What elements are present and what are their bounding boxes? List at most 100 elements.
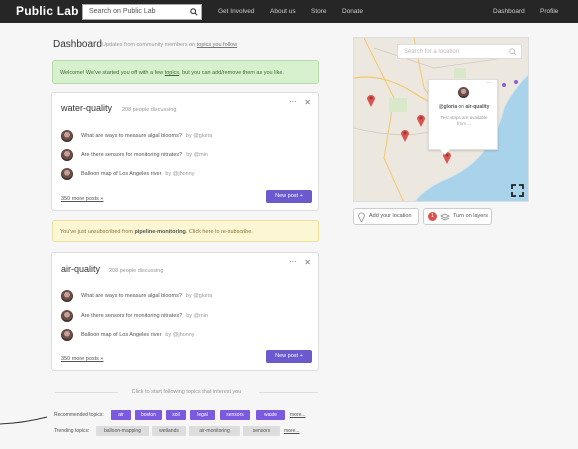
follow-hint: Click to start following topics that int… bbox=[131, 389, 242, 395]
post-title[interactable]: What are ways to measure algal blooms? bbox=[81, 293, 182, 299]
card-menu-icon[interactable]: ··· bbox=[289, 257, 297, 266]
list-item[interactable]: What are ways to measure algal blooms? by… bbox=[61, 130, 301, 142]
post-author[interactable]: by @min bbox=[186, 152, 208, 158]
layers-label: Turn on layers bbox=[453, 213, 488, 219]
more-posts-link[interactable]: 350 more posts » bbox=[61, 356, 104, 362]
close-icon[interactable]: ✕ bbox=[304, 258, 311, 267]
add-location-button[interactable]: Add your location bbox=[353, 208, 419, 225]
resubscribe-link[interactable]: . Click here to re-subscribe. bbox=[186, 229, 253, 235]
map-search-input[interactable]: Search for a location bbox=[397, 44, 522, 59]
popup-on: on bbox=[458, 104, 465, 110]
tag-air[interactable]: air bbox=[111, 410, 131, 420]
map-widget[interactable]: Search for a location ··· @gloria on air… bbox=[353, 37, 529, 202]
map-search-placeholder: Search for a location bbox=[404, 49, 460, 55]
unsub-topic: pipeline-monitoring bbox=[134, 229, 186, 235]
tag-balloon-mapping[interactable]: balloon-mapping bbox=[96, 426, 149, 436]
fullscreen-icon[interactable] bbox=[511, 184, 524, 197]
post-title[interactable]: Are there sensors for monitoring nitrate… bbox=[81, 152, 182, 158]
tag-boston[interactable]: boston bbox=[135, 410, 162, 420]
welcome-alert: Welcome! We've started you off with a fe… bbox=[52, 60, 319, 84]
nav-about-us[interactable]: About us bbox=[270, 8, 296, 15]
search-placeholder: Search on Public Lab bbox=[89, 8, 156, 15]
card-topic-title[interactable]: air-quality bbox=[61, 264, 100, 274]
popup-user[interactable]: @gloria bbox=[439, 104, 458, 110]
popup-menu-icon[interactable]: ··· bbox=[486, 80, 492, 86]
new-post-button[interactable]: New post + bbox=[266, 350, 312, 363]
card-topic-title[interactable]: water-quality bbox=[61, 103, 112, 113]
avatar bbox=[458, 87, 469, 98]
list-item[interactable]: Are there sensors for monitoring nitrate… bbox=[61, 310, 301, 322]
popup-description: Test strips are available from ... bbox=[440, 115, 488, 126]
post-author[interactable]: by @gloria bbox=[186, 133, 212, 139]
avatar bbox=[61, 329, 73, 341]
tag-legal[interactable]: legal bbox=[190, 410, 215, 420]
add-location-label: Add your location bbox=[369, 213, 412, 219]
popup-tail bbox=[440, 149, 450, 155]
decorative-line bbox=[0, 416, 48, 425]
post-author[interactable]: by @jhonny bbox=[165, 332, 194, 338]
avatar bbox=[61, 130, 73, 142]
post-title[interactable]: Are there sensors for monitoring nitrate… bbox=[81, 313, 182, 319]
popup-topic[interactable]: air-quality bbox=[465, 104, 489, 110]
list-item[interactable]: Balloon map of Los Angeles river by @jhon… bbox=[61, 168, 301, 180]
welcome-text: Welcome! We've started you off with a fe… bbox=[60, 70, 164, 76]
avatar bbox=[61, 290, 73, 302]
post-title[interactable]: What are ways to measure algal blooms? bbox=[81, 133, 182, 139]
card-people-count: 208 people discussing bbox=[122, 107, 177, 113]
map-marker-icon[interactable] bbox=[366, 93, 376, 107]
site-search-input[interactable]: Search on Public Lab bbox=[82, 4, 202, 20]
tag-wetlands[interactable]: wetlands bbox=[152, 426, 186, 436]
avatar bbox=[61, 149, 73, 161]
recommended-more-link[interactable]: more... bbox=[290, 412, 306, 418]
tag-sensors-trending[interactable]: sensors bbox=[243, 426, 280, 436]
tag-air-monitoring[interactable]: air-monitoring bbox=[189, 426, 240, 436]
page-title: Dashboard bbox=[53, 39, 102, 50]
avatar bbox=[61, 168, 73, 180]
map-marker-icon[interactable] bbox=[400, 128, 410, 142]
post-title[interactable]: Balloon map of Los Angeles river bbox=[81, 171, 161, 177]
list-item[interactable]: Are there sensors for monitoring nitrate… bbox=[61, 149, 301, 161]
post-author[interactable]: by @gloria bbox=[186, 293, 212, 299]
welcome-topics-link[interactable]: topics bbox=[165, 70, 179, 76]
nav-get-involved[interactable]: Get Involved bbox=[218, 8, 255, 15]
nav-profile[interactable]: Profile bbox=[540, 8, 558, 15]
tag-waste[interactable]: waste bbox=[256, 410, 285, 420]
post-author[interactable]: by @min bbox=[186, 313, 208, 319]
post-author[interactable]: by @jhonny bbox=[165, 171, 194, 177]
recommended-label: Recommended topics: bbox=[54, 412, 104, 418]
location-pin-icon bbox=[358, 212, 365, 222]
more-posts-link[interactable]: 350 more posts » bbox=[61, 196, 104, 202]
tag-soil[interactable]: soil bbox=[166, 410, 186, 420]
unsub-text: You've just unsubscribed from bbox=[60, 229, 133, 235]
map-marker-icon[interactable] bbox=[416, 113, 426, 127]
nav-dashboard[interactable]: Dashboard bbox=[493, 8, 525, 15]
search-icon[interactable] bbox=[509, 48, 517, 56]
card-menu-icon[interactable]: ··· bbox=[289, 97, 297, 106]
layers-count-badge: 1 bbox=[428, 212, 437, 221]
turn-on-layers-button[interactable]: 1 Turn on layers bbox=[423, 208, 492, 225]
list-item[interactable]: Balloon map of Los Angeles river by @jhon… bbox=[61, 329, 301, 341]
nav-store[interactable]: Store bbox=[311, 8, 327, 15]
trending-label: Trending topics: bbox=[54, 428, 90, 434]
list-item[interactable]: What are ways to measure algal blooms? by… bbox=[61, 290, 301, 302]
map-popup[interactable]: ··· @gloria on air-quality Test strips a… bbox=[428, 79, 498, 150]
close-icon[interactable]: ✕ bbox=[304, 98, 311, 107]
nav-donate[interactable]: Donate bbox=[342, 8, 363, 15]
page-subtitle: Updates from community members on topics… bbox=[102, 42, 237, 48]
trending-more-link[interactable]: more... bbox=[284, 428, 300, 434]
topics-you-follow-link[interactable]: topics you follow bbox=[197, 42, 237, 48]
popup-user-line: @gloria on air-quality bbox=[429, 104, 499, 110]
topic-card-air-quality: air-quality 208 people discussing ··· ✕ … bbox=[51, 252, 319, 371]
tag-sensors[interactable]: sensors bbox=[220, 410, 250, 420]
post-title[interactable]: Balloon map of Los Angeles river bbox=[81, 332, 161, 338]
welcome-text-suffix: , but you can add/remove them as you lik… bbox=[179, 70, 284, 76]
search-icon[interactable] bbox=[190, 8, 198, 16]
card-people-count: 208 people discussing bbox=[109, 268, 164, 274]
topic-card-water-quality: water-quality 208 people discussing ··· … bbox=[51, 92, 319, 211]
top-navbar: Public Lab Search on Public Lab Get Invo… bbox=[0, 0, 578, 23]
site-logo[interactable]: Public Lab bbox=[16, 4, 79, 18]
new-post-button[interactable]: New post + bbox=[266, 190, 312, 203]
layers-icon bbox=[440, 213, 450, 221]
unsubscribe-alert[interactable]: You've just unsubscribed from pipeline-m… bbox=[52, 220, 319, 242]
subtitle-text: Updates from community members on bbox=[102, 42, 196, 48]
